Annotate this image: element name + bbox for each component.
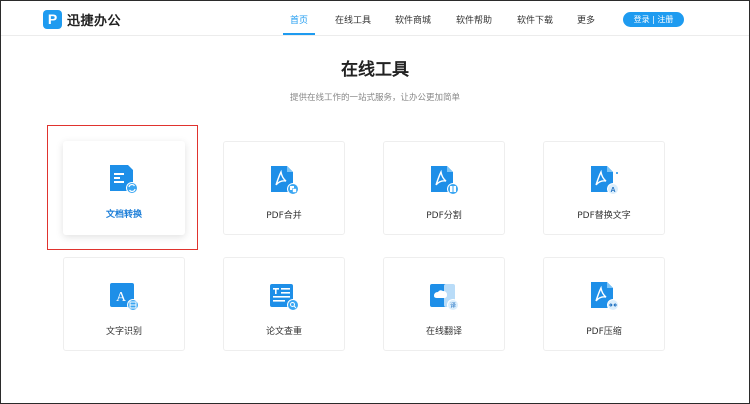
tool-card-document-convert[interactable]: 文档转换 (63, 141, 185, 235)
tool-label: PDF分割 (426, 211, 462, 221)
pdf-split-icon (431, 166, 459, 195)
tool-card-pdf-split[interactable]: PDF分割 (383, 141, 505, 235)
tool-card-paper-check[interactable]: 论文查重 (223, 257, 345, 351)
login-register-button[interactable]: 登录 | 注册 (623, 12, 684, 27)
nav-software-help[interactable]: 软件帮助 (456, 13, 492, 26)
tool-label: PDF合并 (266, 211, 302, 221)
tool-label: PDF压缩 (586, 327, 622, 337)
document-convert-icon (110, 165, 138, 194)
tool-card-pdf-replace-text[interactable]: A PDF替换文字 (543, 141, 665, 235)
tool-label: 文字识别 (105, 327, 142, 337)
page-subtitle: 提供在线工作的一站式服务，让办公更加简单 (289, 93, 460, 103)
nav-more[interactable]: 更多 (577, 13, 595, 26)
badge-letter: 译 (450, 302, 456, 310)
tool-label: 文档转换 (105, 210, 142, 220)
tool-card-pdf-merge[interactable]: PDF合并 (223, 141, 345, 235)
tool-label: 论文查重 (265, 327, 302, 337)
tool-card-pdf-compress[interactable]: PDF压缩 (543, 257, 665, 351)
pdf-merge-icon (271, 166, 299, 195)
tool-card-text-recognition[interactable]: A 文字识别 (63, 257, 185, 351)
nav-home[interactable]: 首页 (290, 13, 308, 26)
badge-letter: A (610, 187, 615, 194)
pdf-replace-text-icon: A (591, 166, 619, 195)
nav-online-tools[interactable]: 在线工具 (335, 13, 371, 26)
nav-software-download[interactable]: 软件下载 (517, 13, 553, 26)
text-recognition-icon: A (110, 283, 139, 311)
page-frame: P 迅捷办公 首页 在线工具 软件商城 软件帮助 软件下载 更多 登录 | 注册… (0, 0, 750, 404)
nav-active-indicator (283, 33, 315, 35)
nav-software-store[interactable]: 软件商城 (395, 13, 431, 26)
page-title: 在线工具 (341, 60, 409, 80)
tool-label: PDF替换文字 (577, 211, 631, 221)
tool-label: 在线翻译 (425, 327, 462, 337)
online-translate-icon: 译 (430, 284, 459, 311)
tool-card-online-translate[interactable]: 译 在线翻译 (383, 257, 505, 351)
header: P 迅捷办公 首页 在线工具 软件商城 软件帮助 软件下载 更多 登录 | 注册 (1, 1, 749, 36)
paper-check-icon (270, 284, 299, 311)
pdf-compress-icon (591, 282, 619, 311)
badge-letter: A (116, 290, 127, 305)
